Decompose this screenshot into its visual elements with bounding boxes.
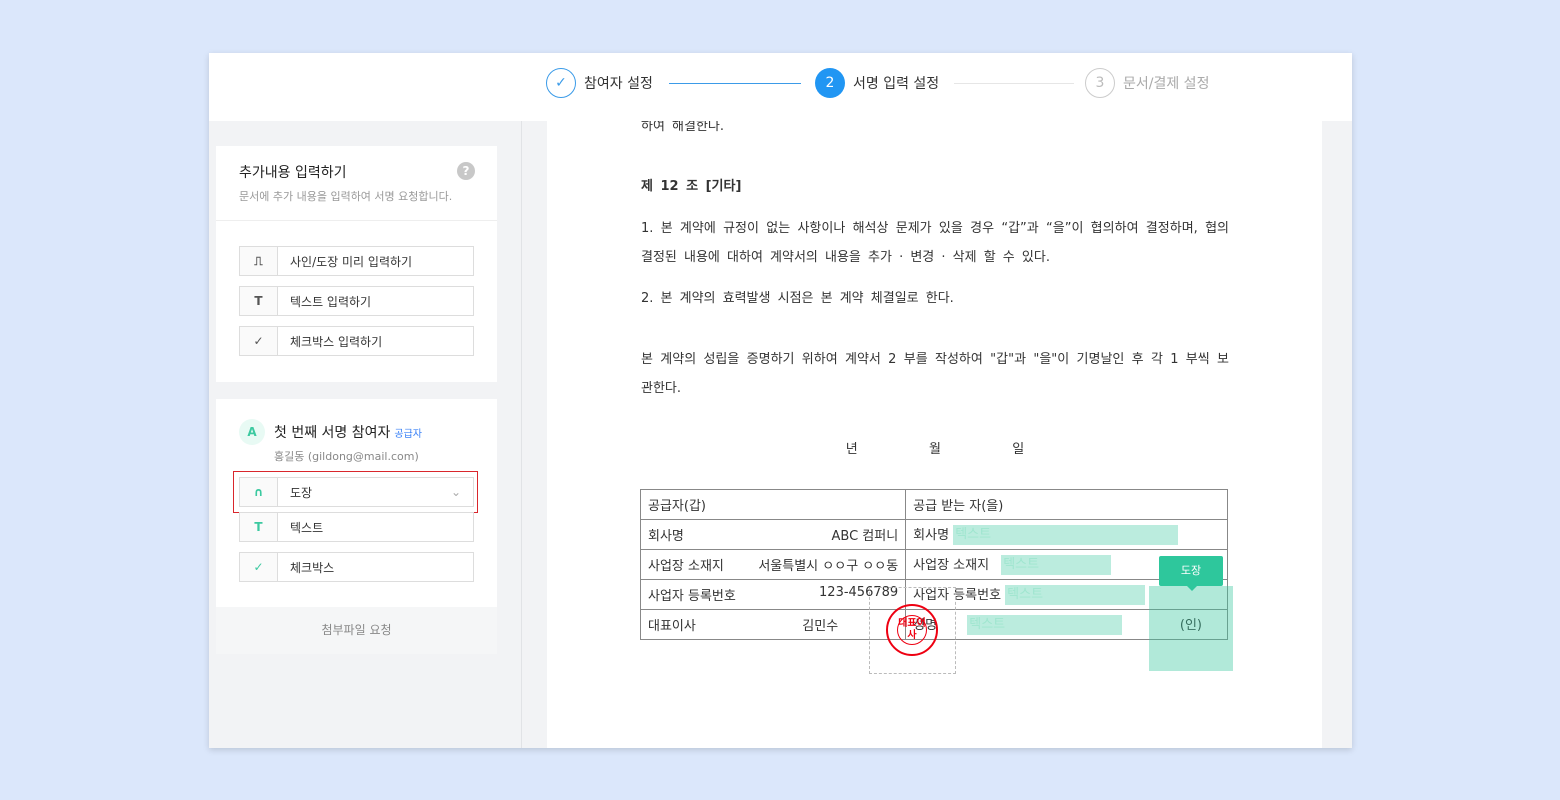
- date-line: 년 월 일: [845, 442, 1025, 457]
- checkbox-input-button[interactable]: ✓ 체크박스 입력하기: [239, 326, 474, 356]
- presign-button[interactable]: ⎍ 사인/도장 미리 입력하기: [239, 246, 474, 276]
- participant-card: A 첫 번째 서명 참여자 공급자 홍길동 (gildong@mail.com) …: [216, 399, 497, 654]
- participant-name: 첫 번째 서명 참여자 공급자: [274, 422, 422, 442]
- participant-email: 홍길동 (gildong@mail.com): [274, 450, 419, 463]
- check-icon: ✓: [240, 327, 278, 355]
- role-badge: 공급자: [394, 429, 422, 440]
- stepper: ✓ 참여자 설정 2 서명 입력 설정 3 문서/결제 설정: [209, 53, 1352, 121]
- cell-value: 서울특별시 ㅇㅇ구 ㅇㅇ동: [758, 559, 899, 574]
- cell-label: 사업장 소재지: [913, 557, 990, 573]
- step-3[interactable]: 3 문서/결제 설정: [1085, 68, 1209, 98]
- attachment-request-button[interactable]: 첨부파일 요청: [216, 607, 497, 654]
- step-label: 문서/결제 설정: [1123, 76, 1210, 92]
- text-icon: T: [240, 287, 278, 315]
- article-heading: 제 12 조 [기타]: [641, 179, 742, 194]
- cell-label: 대표이사: [648, 619, 696, 634]
- cell-label: 회사명: [913, 527, 950, 543]
- checkbox-field-button[interactable]: ✓ 체크박스: [239, 552, 474, 582]
- header-cell: 공급자(갑): [639, 489, 907, 520]
- avatar: A: [239, 419, 265, 445]
- cell-value: 김민수: [802, 619, 839, 634]
- cell-label: 회사명: [648, 529, 684, 544]
- divider: [669, 83, 801, 84]
- cell-label: 사업장 소재지: [648, 559, 724, 574]
- step-number: 3: [1085, 68, 1115, 98]
- field-label: 텍스트: [290, 520, 324, 535]
- name: 첫 번째 서명 참여자: [274, 425, 391, 441]
- check-icon: ✓: [240, 553, 278, 581]
- button-label: 텍스트 입력하기: [290, 294, 372, 309]
- step-1[interactable]: ✓ 참여자 설정: [546, 68, 653, 98]
- extra-content-card: 추가내용 입력하기 ? 문서에 추가 내용을 입력하여 서명 요청합니다. ⎍ 사…: [216, 146, 497, 382]
- stamp-icon: ⎍: [240, 247, 278, 275]
- check-icon: ✓: [546, 68, 576, 98]
- text-input-button[interactable]: T 텍스트 입력하기: [239, 286, 474, 316]
- step-number: 2: [815, 68, 845, 98]
- cell-label: 사업자 등록번호: [648, 589, 736, 604]
- text-field[interactable]: 텍스트: [967, 615, 1123, 636]
- seal-text: 대표이사: [897, 615, 927, 645]
- stamp-drop-area[interactable]: [1149, 586, 1233, 671]
- step-label: 참여자 설정: [584, 76, 653, 92]
- field-label: 체크박스: [290, 560, 335, 575]
- stamp-tooltip: 도장: [1159, 556, 1223, 591]
- stamp-field[interactable]: 대표이사: [869, 587, 956, 674]
- button-label: 체크박스 입력하기: [290, 334, 383, 349]
- text-field[interactable]: 텍스트: [953, 525, 1179, 546]
- text-field-button[interactable]: T 텍스트: [239, 512, 474, 542]
- divider: [954, 83, 1074, 84]
- doc-paragraph: 1. 본 계약에 규정이 없는 사항이나 해석상 문제가 있을 경우 “갑”과 …: [641, 221, 1229, 265]
- step-2[interactable]: 2 서명 입력 설정: [815, 68, 939, 98]
- cell-value: ABC 컴퍼니: [831, 529, 899, 544]
- text-field[interactable]: 텍스트: [1001, 555, 1112, 576]
- header-cell: 공급 받는 자(을): [905, 489, 1228, 520]
- divider: [216, 220, 497, 221]
- button-label: 사인/도장 미리 입력하기: [290, 254, 413, 269]
- company-seal: 대표이사: [886, 604, 938, 656]
- text-field[interactable]: 텍스트: [1005, 585, 1146, 606]
- doc-paragraph: 본 계약의 성립을 증명하기 위하여 계약서 2 부를 작성하여 "갑"과 "을…: [641, 352, 1229, 396]
- doc-text: 하여 해결한다.: [641, 121, 725, 134]
- table-row: 사업장 소재지 서울특별시 ㅇㅇ구 ㅇㅇ동 사업장 소재지 텍스트: [639, 549, 1228, 580]
- step-label: 서명 입력 설정: [853, 76, 940, 92]
- sidebar: 추가내용 입력하기 ? 문서에 추가 내용을 입력하여 서명 요청합니다. ⎍ 사…: [209, 121, 522, 748]
- selection-highlight: [233, 471, 478, 513]
- card-subtitle: 문서에 추가 내용을 입력하여 서명 요청합니다.: [239, 190, 453, 203]
- text-icon: T: [240, 513, 278, 541]
- table-row: 회사명 ABC 컴퍼니 회사명 텍스트: [639, 519, 1228, 550]
- card-title: 추가내용 입력하기: [239, 165, 347, 181]
- help-icon[interactable]: ?: [457, 162, 475, 180]
- doc-paragraph: 2. 본 계약의 효력발생 시점은 본 계약 체결일로 한다.: [641, 291, 954, 306]
